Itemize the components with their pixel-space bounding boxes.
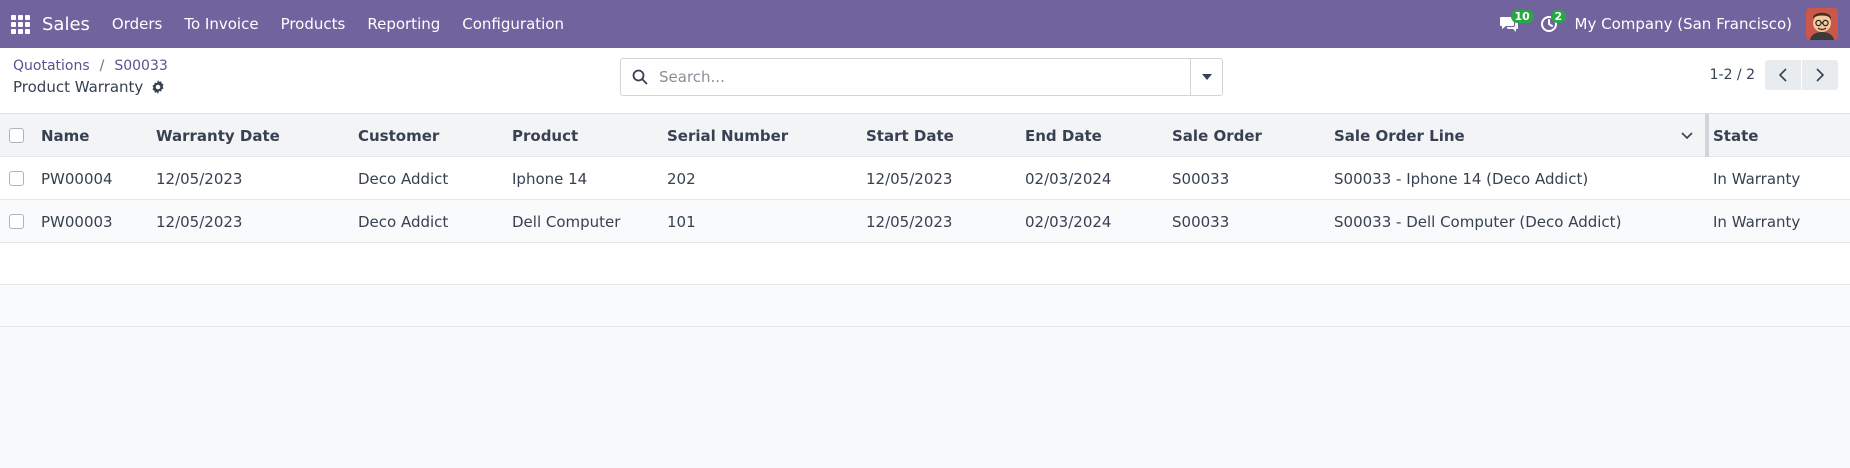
search-icon: [621, 59, 659, 95]
empty-row: [0, 285, 1850, 327]
pager-value[interactable]: 1-2 / 2: [1710, 67, 1755, 83]
caret-down-icon: [1201, 74, 1212, 80]
column-header-end-date[interactable]: End Date: [1025, 127, 1102, 145]
cell-state: In Warranty: [1713, 170, 1801, 188]
breadcrumb-separator: /: [99, 58, 105, 74]
column-header-sale-order-line[interactable]: Sale Order Line: [1334, 127, 1465, 145]
page-title-wrapper: Product Warranty: [13, 78, 165, 96]
menu-reporting[interactable]: Reporting: [367, 15, 440, 33]
empty-row: [0, 243, 1850, 285]
select-all-checkbox[interactable]: [9, 128, 24, 143]
cell-customer: Deco Addict: [358, 170, 449, 188]
apps-grid-icon: [10, 14, 30, 34]
messages-button[interactable]: 10: [1489, 0, 1534, 48]
column-header-customer[interactable]: Customer: [358, 127, 439, 145]
column-header-product[interactable]: Product: [512, 127, 578, 145]
cell-state: In Warranty: [1713, 213, 1801, 231]
column-header-warranty-date[interactable]: Warranty Date: [156, 127, 280, 145]
column-header-sale-order[interactable]: Sale Order: [1172, 127, 1262, 145]
table-row[interactable]: PW00003 12/05/2023 Deco Addict Dell Comp…: [0, 200, 1850, 243]
cell-start-date: 12/05/2023: [866, 213, 953, 231]
apps-menu-button[interactable]: [0, 0, 40, 48]
chevron-down-icon[interactable]: [1680, 127, 1694, 145]
breadcrumb-quotations[interactable]: Quotations: [13, 58, 90, 74]
breadcrumb-s00033[interactable]: S00033: [114, 58, 167, 74]
app-name[interactable]: Sales: [42, 14, 90, 35]
cell-serial-number: 101: [667, 213, 696, 231]
menu-orders[interactable]: Orders: [112, 15, 162, 33]
warranty-list-table: Name Warranty Date Customer Product Seri…: [0, 114, 1850, 327]
activities-count-badge: 2: [1550, 10, 1567, 23]
company-switcher[interactable]: My Company (San Francisco): [1575, 15, 1792, 33]
table-header: Name Warranty Date Customer Product Seri…: [0, 114, 1850, 157]
column-resize-handle[interactable]: [1705, 114, 1709, 157]
user-avatar[interactable]: [1806, 8, 1838, 40]
gear-icon[interactable]: [151, 80, 165, 94]
cell-sale-order-line: S00033 - Iphone 14 (Deco Addict): [1334, 170, 1589, 188]
activities-button[interactable]: 2: [1529, 0, 1569, 48]
menu-products[interactable]: Products: [281, 15, 346, 33]
row-checkbox[interactable]: [9, 171, 24, 186]
page-title: Product Warranty: [13, 78, 144, 96]
table-row[interactable]: PW00004 12/05/2023 Deco Addict Iphone 14…: [0, 157, 1850, 200]
cell-name: PW00004: [41, 170, 113, 188]
column-header-name[interactable]: Name: [41, 127, 89, 145]
chevron-left-icon: [1778, 68, 1787, 82]
control-panel: Quotations / S00033 Product Warranty 1-2…: [0, 48, 1850, 114]
pager: 1-2 / 2: [1710, 60, 1838, 90]
top-navbar: Sales Orders To Invoice Products Reporti…: [0, 0, 1850, 48]
cell-end-date: 02/03/2024: [1025, 170, 1112, 188]
chevron-right-icon: [1816, 68, 1825, 82]
cell-product: Iphone 14: [512, 170, 588, 188]
cell-sale-order: S00033: [1172, 170, 1230, 188]
cell-start-date: 12/05/2023: [866, 170, 953, 188]
menu-configuration[interactable]: Configuration: [462, 15, 564, 33]
column-header-start-date[interactable]: Start Date: [866, 127, 954, 145]
cell-sale-order-line: S00033 - Dell Computer (Deco Addict): [1334, 213, 1622, 231]
cell-warranty-date: 12/05/2023: [156, 213, 243, 231]
cell-name: PW00003: [41, 213, 113, 231]
menu-to-invoice[interactable]: To Invoice: [184, 15, 258, 33]
search-input[interactable]: [659, 59, 1190, 95]
cell-sale-order: S00033: [1172, 213, 1230, 231]
cell-customer: Deco Addict: [358, 213, 449, 231]
column-header-serial-number[interactable]: Serial Number: [667, 127, 788, 145]
cell-warranty-date: 12/05/2023: [156, 170, 243, 188]
breadcrumb: Quotations / S00033: [13, 58, 168, 74]
column-header-state[interactable]: State: [1713, 127, 1758, 145]
cell-serial-number: 202: [667, 170, 696, 188]
cell-end-date: 02/03/2024: [1025, 213, 1112, 231]
cell-product: Dell Computer: [512, 213, 621, 231]
pager-previous-button[interactable]: [1765, 60, 1801, 90]
pager-next-button[interactable]: [1802, 60, 1838, 90]
row-checkbox[interactable]: [9, 214, 24, 229]
search-options-toggle[interactable]: [1190, 59, 1222, 95]
search-bar: [620, 58, 1223, 96]
